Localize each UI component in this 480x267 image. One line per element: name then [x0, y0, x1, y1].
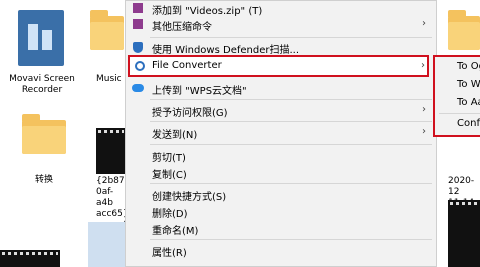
chevron-right-icon: › — [422, 126, 426, 137]
menu-item-file-converter[interactable]: File Converter › — [128, 55, 429, 77]
menu-item-copy[interactable]: 复制(C) — [126, 164, 436, 182]
submenu-item-to-aac[interactable]: To Aa — [457, 97, 480, 108]
menu-item-grant-access[interactable]: 授予访问权限(G) › — [126, 102, 436, 120]
movavi-logo-icon — [28, 24, 38, 50]
movavi-logo-icon-b — [42, 30, 52, 50]
menu-item-send-to[interactable]: 发送到(N) › — [126, 124, 436, 142]
submenu-item-configure[interactable]: Confi — [457, 118, 480, 129]
submenu-separator — [439, 113, 480, 114]
shield-icon — [133, 42, 143, 53]
video-thumbnail[interactable] — [96, 128, 126, 174]
movavi-app-icon[interactable] — [18, 10, 64, 66]
convert-label: 转换 — [34, 175, 53, 185]
menu-separator — [150, 37, 432, 38]
menu-item-upload-wps[interactable]: 上传到 "WPS云文档" — [126, 80, 436, 98]
music-folder-icon[interactable] — [90, 10, 124, 50]
video-thumbnail-bottom-2[interactable] — [88, 222, 126, 267]
menu-separator — [150, 121, 432, 122]
menu-separator — [150, 99, 432, 100]
menu-item-delete[interactable]: 删除(D) — [126, 203, 436, 221]
chevron-right-icon: › — [422, 104, 426, 115]
menu-separator — [150, 183, 432, 184]
archive-icon — [133, 19, 143, 29]
chevron-right-icon: › — [422, 18, 426, 29]
submenu-item-to-ogg[interactable]: To Og — [457, 61, 480, 72]
file-converter-icon — [135, 61, 145, 71]
file-converter-submenu: To Og To W To Aa Confi — [433, 55, 480, 137]
cloud-icon — [132, 84, 144, 92]
convert-folder-icon[interactable] — [22, 114, 66, 154]
music-label: Music — [96, 74, 122, 84]
context-menu: 添加到 "Videos.zip" (T) 其他压缩命令 › 使用 Windows… — [125, 0, 437, 267]
menu-item-more-compress[interactable]: 其他压缩命令 › — [126, 16, 436, 34]
menu-item-rename[interactable]: 重命名(M) — [126, 220, 436, 238]
menu-item-cut[interactable]: 剪切(T) — [126, 147, 436, 165]
movavi-label: Movavi Screen Recorder — [9, 74, 75, 95]
menu-item-properties[interactable]: 属性(R) — [126, 242, 436, 260]
menu-item-create-shortcut[interactable]: 创建快捷方式(S) — [126, 186, 436, 204]
archive-icon — [133, 3, 143, 13]
menu-separator — [150, 144, 432, 145]
video-thumbnail-bottom-1[interactable] — [0, 250, 60, 267]
right-folder-icon[interactable] — [448, 10, 480, 50]
menu-separator — [150, 239, 432, 240]
right-thumbnail[interactable] — [448, 200, 480, 267]
submenu-item-to-wav[interactable]: To W — [457, 79, 480, 90]
chevron-right-icon: › — [421, 60, 425, 71]
